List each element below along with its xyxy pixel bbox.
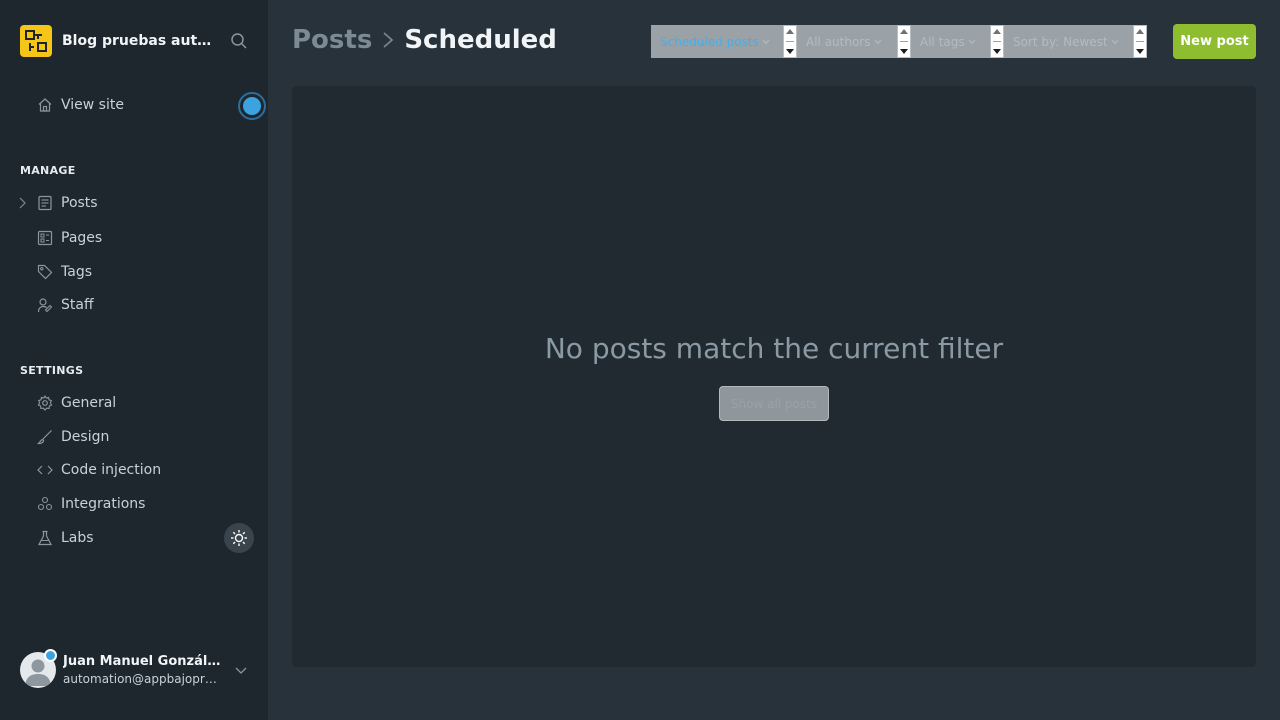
sidebar-item-label: Tags <box>61 264 92 280</box>
posts-expand-chevron-icon[interactable] <box>18 196 30 210</box>
code-icon <box>36 461 54 479</box>
user-email: automation@appbajopru... <box>63 672 223 686</box>
sidebar-item-pages[interactable]: Pages <box>36 226 102 250</box>
post-type-filter[interactable]: Scheduled posts <box>651 25 784 58</box>
staff-icon <box>36 296 54 314</box>
sidebar-item-label: Integrations <box>61 496 146 512</box>
chevron-down-icon <box>762 39 770 45</box>
sidebar-item-design[interactable]: Design <box>36 425 109 449</box>
online-status-dot <box>44 649 57 662</box>
avatar <box>20 649 57 688</box>
pages-icon <box>36 229 54 247</box>
sidebar-item-posts[interactable]: Posts <box>36 191 98 215</box>
author-filter-stepper[interactable] <box>897 25 911 58</box>
sidebar-item-general[interactable]: General <box>36 391 116 415</box>
posts-icon <box>36 194 54 212</box>
sidebar: Blog pruebas auto... View site MANAGE Po… <box>0 0 268 720</box>
sort-filter[interactable]: Sort by: Newest <box>1004 25 1133 58</box>
brush-icon <box>36 428 54 446</box>
empty-state-message: No posts match the current filter <box>544 332 1004 365</box>
site-title: Blog pruebas auto... <box>62 33 212 49</box>
nav-view-site[interactable]: View site <box>36 93 124 117</box>
theme-toggle-button[interactable] <box>224 523 254 553</box>
chevron-right-icon <box>382 31 394 49</box>
sidebar-item-staff[interactable]: Staff <box>36 293 94 317</box>
button-label: Show all posts <box>730 396 818 411</box>
user-menu[interactable]: Juan Manuel Gonzále... automation@appbaj… <box>20 648 258 692</box>
live-status-indicator <box>238 92 266 120</box>
flask-icon <box>36 529 54 547</box>
sidebar-item-integrations[interactable]: Integrations <box>36 492 145 516</box>
user-name: Juan Manuel Gonzále... <box>63 654 223 669</box>
sidebar-item-labs[interactable]: Labs <box>36 526 94 550</box>
filter-value: All authors <box>806 34 871 49</box>
tag-filter-stepper[interactable] <box>990 25 1004 58</box>
home-icon <box>36 96 54 114</box>
show-all-posts-button[interactable]: Show all posts <box>719 386 829 421</box>
sidebar-item-label: Pages <box>61 230 103 246</box>
sidebar-item-label: Staff <box>61 297 94 313</box>
sidebar-item-label: Code injection <box>61 462 162 478</box>
gear-icon <box>36 394 54 412</box>
filter-value: All tags <box>920 34 965 49</box>
author-filter[interactable]: All authors <box>797 25 897 58</box>
chevron-down-icon <box>1111 39 1119 45</box>
chevron-down-icon <box>874 39 882 45</box>
chevron-down-icon <box>968 39 976 45</box>
type-filter-stepper[interactable] <box>783 25 797 58</box>
search-icon[interactable] <box>228 30 250 52</box>
sidebar-item-label: Posts <box>61 195 98 211</box>
chevron-down-icon <box>234 662 248 676</box>
integrations-icon <box>36 495 54 513</box>
sidebar-item-label: Labs <box>61 530 94 546</box>
brand[interactable]: Blog pruebas auto... <box>20 24 250 58</box>
ghost-logo-icon <box>20 25 52 57</box>
page-title: Scheduled <box>404 25 557 55</box>
breadcrumb: Posts Scheduled <box>292 22 557 58</box>
posts-list-panel: No posts match the current filter Show a… <box>292 86 1256 667</box>
sun-icon <box>231 530 247 546</box>
tag-filter[interactable]: All tags <box>911 25 990 58</box>
filter-value: Sort by: Newest <box>1013 34 1108 49</box>
tag-icon <box>36 263 54 281</box>
sidebar-item-label: Design <box>61 429 110 445</box>
sort-filter-stepper[interactable] <box>1133 25 1147 58</box>
settings-section-title: SETTINGS <box>20 364 84 377</box>
nav-label: View site <box>61 97 124 113</box>
manage-section-title: MANAGE <box>20 164 76 177</box>
sidebar-item-label: General <box>61 395 117 411</box>
new-post-button[interactable]: New post <box>1173 24 1256 59</box>
sidebar-item-code-injection[interactable]: Code injection <box>36 458 161 482</box>
filter-value: Scheduled posts <box>660 34 759 49</box>
breadcrumb-posts-link[interactable]: Posts <box>292 25 372 55</box>
sidebar-item-tags[interactable]: Tags <box>36 260 92 284</box>
